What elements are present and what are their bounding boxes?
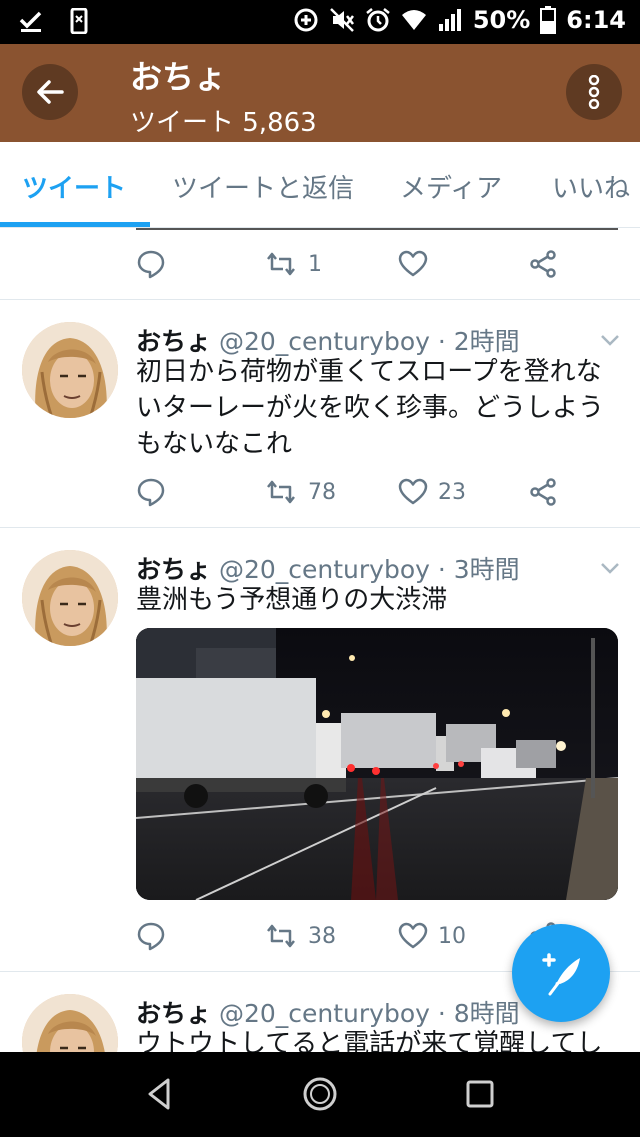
reply-icon bbox=[137, 250, 165, 279]
tweet-count: ツイート 5,863 bbox=[130, 108, 317, 138]
retweet-button[interactable]: 1 bbox=[264, 244, 322, 284]
heart-icon bbox=[398, 922, 428, 949]
profile-app-bar: おちょ ツイート 5,863 bbox=[0, 44, 640, 142]
clock: 6:14 bbox=[566, 6, 626, 34]
signal-icon bbox=[438, 9, 461, 31]
avatar-portrait-icon bbox=[22, 550, 118, 646]
like-button[interactable] bbox=[398, 244, 428, 284]
retweet-button[interactable]: 78 bbox=[264, 472, 336, 512]
tab-tweets-and-replies[interactable]: ツイートと返信 bbox=[172, 168, 354, 205]
share-icon bbox=[530, 250, 556, 278]
author-name[interactable]: おちょ bbox=[136, 327, 211, 356]
retweet-count: 1 bbox=[308, 251, 322, 277]
system-nav-bar bbox=[0, 1052, 640, 1137]
compose-feather-icon bbox=[542, 953, 580, 996]
heart-icon bbox=[398, 478, 428, 505]
retweet-count: 38 bbox=[308, 923, 336, 949]
tweet-actions: 38 10 bbox=[136, 916, 576, 956]
back-button[interactable] bbox=[22, 64, 78, 120]
chevron-down-icon[interactable] bbox=[598, 328, 622, 352]
reply-button[interactable] bbox=[136, 916, 166, 956]
author-handle-time: @20_centuryboy · 2時間 bbox=[218, 327, 520, 356]
retweet-button[interactable]: 38 bbox=[264, 916, 336, 956]
night-traffic-photo bbox=[136, 628, 618, 900]
chevron-down-icon[interactable] bbox=[598, 556, 622, 580]
download-done-icon bbox=[19, 11, 42, 32]
compose-tweet-button[interactable] bbox=[512, 924, 610, 1022]
status-bar: 50% 6:14 bbox=[0, 0, 640, 44]
share-button[interactable] bbox=[528, 244, 558, 284]
heart-icon bbox=[398, 250, 428, 277]
arrow-left-icon bbox=[37, 80, 64, 104]
author-name[interactable]: おちょ bbox=[136, 555, 211, 584]
tweet-text: 豊洲もう予想通りの大渋滞 bbox=[136, 585, 448, 615]
like-count: 23 bbox=[438, 479, 466, 505]
author-handle-time: @20_centuryboy · 8時間 bbox=[218, 999, 520, 1028]
reply-button[interactable] bbox=[136, 472, 166, 512]
alarm-icon bbox=[366, 8, 390, 32]
author-name[interactable]: おちょ bbox=[136, 999, 211, 1028]
avatar[interactable] bbox=[22, 994, 118, 1052]
avatar[interactable] bbox=[22, 322, 118, 418]
more-vertical-icon bbox=[588, 75, 600, 109]
tweet-photo[interactable] bbox=[136, 628, 618, 900]
retweet-icon bbox=[267, 924, 295, 948]
tab-media[interactable]: メディア bbox=[400, 168, 502, 205]
retweet-icon bbox=[267, 480, 295, 504]
tab-likes[interactable]: いいね bbox=[552, 168, 630, 205]
like-button[interactable]: 23 bbox=[398, 472, 466, 512]
tab-tweets[interactable]: ツイート bbox=[22, 168, 126, 205]
author-handle-time: @20_centuryboy · 3時間 bbox=[218, 555, 520, 584]
battery-icon bbox=[540, 6, 557, 34]
tweet-header: おちょ @20_centuryboy · 8時間 bbox=[136, 994, 520, 1030]
nav-back-icon[interactable] bbox=[140, 1074, 180, 1114]
like-count: 10 bbox=[438, 923, 466, 949]
profile-tabs: ツイート ツイートと返信 メディア いいね bbox=[0, 142, 640, 228]
tweet-header: おちょ @20_centuryboy · 2時間 bbox=[136, 322, 520, 358]
reply-icon bbox=[137, 922, 165, 951]
retweet-count: 78 bbox=[308, 479, 336, 505]
tweet-actions: 78 23 bbox=[136, 472, 576, 512]
phone-icon bbox=[70, 8, 88, 34]
battery-percent: 50% bbox=[472, 6, 531, 34]
avatar-portrait-icon bbox=[22, 994, 118, 1052]
wifi-icon bbox=[401, 10, 426, 30]
data-saver-icon bbox=[294, 8, 318, 32]
retweet-icon bbox=[267, 252, 295, 276]
tweet-item[interactable]: おちょ @20_centuryboy · 2時間 初日から荷物が重くてスロープを… bbox=[0, 300, 640, 528]
mute-icon bbox=[329, 8, 354, 32]
overflow-menu-button[interactable] bbox=[566, 64, 622, 120]
tweet-text: 初日から荷物が重くてスロープを登れないターレーが火を吹く珍事。どうしようもないな… bbox=[136, 357, 605, 459]
reply-button[interactable] bbox=[136, 244, 166, 284]
tweet-actions: 1 bbox=[136, 244, 576, 284]
share-button[interactable] bbox=[528, 472, 558, 512]
profile-name: おちょ bbox=[130, 58, 227, 96]
share-icon bbox=[530, 478, 556, 506]
like-button[interactable]: 10 bbox=[398, 916, 466, 956]
reply-icon bbox=[137, 478, 165, 507]
active-tab-indicator bbox=[0, 222, 150, 227]
tweet-header: おちょ @20_centuryboy · 3時間 bbox=[136, 550, 520, 586]
nav-home-icon[interactable] bbox=[300, 1074, 340, 1114]
previous-tweet-image-edge bbox=[136, 228, 618, 230]
nav-recents-icon[interactable] bbox=[460, 1074, 500, 1114]
tweet-text: ウトウトしてると電話が来て覚醒してし bbox=[136, 1029, 603, 1052]
tweet-item[interactable]: おちょ @20_centuryboy · 3時間 豊洲もう予想通りの大渋滞 38… bbox=[0, 528, 640, 971]
avatar-portrait-icon bbox=[22, 322, 118, 418]
avatar[interactable] bbox=[22, 550, 118, 646]
